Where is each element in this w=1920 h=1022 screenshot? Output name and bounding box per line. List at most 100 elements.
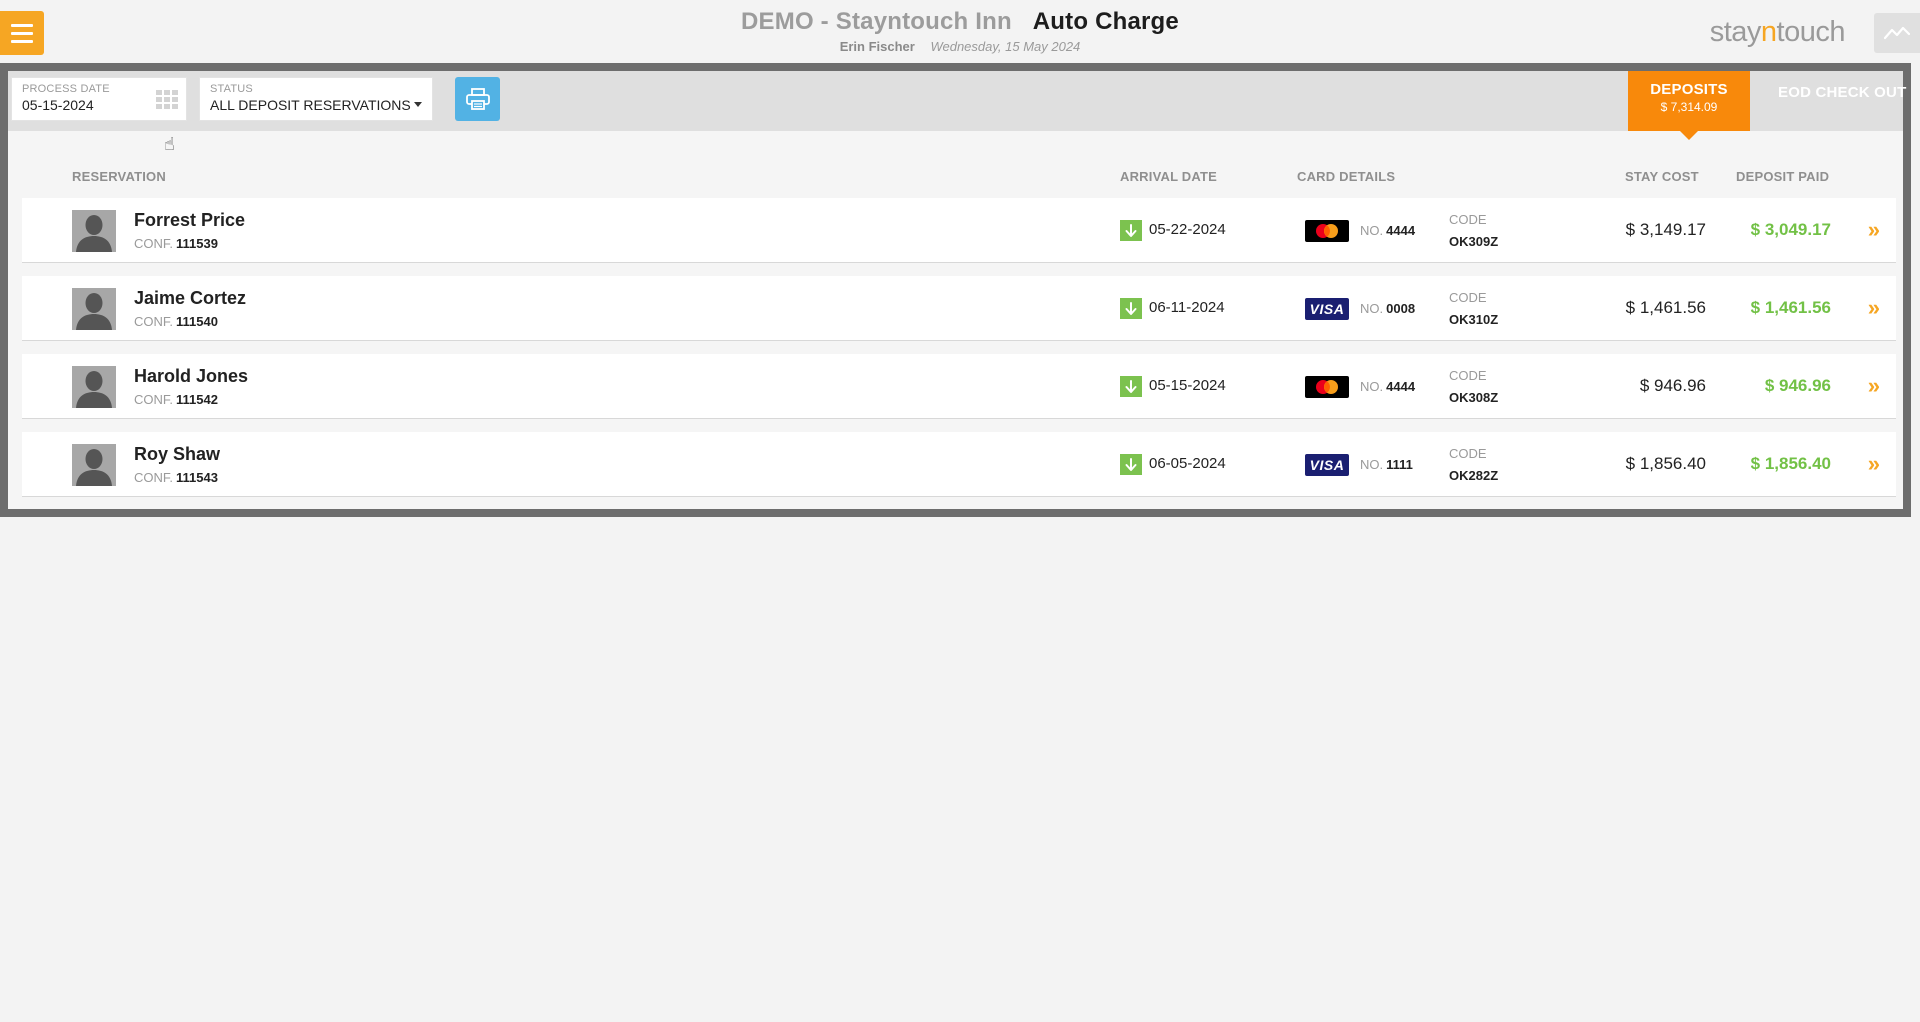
arrival-arrow-icon: [1120, 298, 1142, 319]
deposit-paid: $ 3,049.17: [1750, 220, 1831, 239]
column-arrival-date: ARRIVAL DATE: [1120, 169, 1218, 184]
conf-value: 111539: [176, 236, 218, 251]
deposit-paid: $ 1,856.40: [1750, 454, 1831, 473]
tab-eod-check-out[interactable]: EOD CHECK OUT: [1768, 71, 1908, 131]
arrival-date: 06-11-2024: [1149, 299, 1225, 316]
table-row[interactable]: Harold Jones CONF. 111542 05-15-2024 NO. 4…: [22, 354, 1896, 419]
person-silhouette-icon: [72, 366, 116, 408]
process-date-label: PROCESS DATE: [22, 83, 110, 95]
person-silhouette-icon: [72, 288, 116, 330]
person-silhouette-icon: [72, 210, 116, 252]
code-label: CODE: [1449, 368, 1487, 383]
code-value: OK309Z: [1449, 234, 1499, 249]
person-silhouette-icon: [72, 444, 116, 486]
table-row[interactable]: Jaime Cortez CONF. 111540 06-11-2024 VISA…: [22, 276, 1896, 341]
conf-label: CONF.: [134, 236, 173, 251]
conf-value: 111540: [176, 314, 218, 329]
column-reservation: RESERVATION: [72, 169, 166, 184]
top-bar: DEMO - Stayntouch Inn Auto Charge Erin F…: [0, 0, 1920, 64]
calendar-icon[interactable]: [156, 90, 178, 110]
chevron-down-icon: [414, 102, 422, 107]
chevron-right-double-icon[interactable]: »: [1868, 373, 1880, 399]
card-brand-logo: [1305, 220, 1349, 242]
card-number: NO. 4444: [1360, 379, 1415, 394]
card-no-value: 1111: [1386, 457, 1413, 472]
status-select[interactable]: STATUS ALL DEPOSIT RESERVATIONS: [199, 77, 433, 121]
deposits-tab-label: DEPOSITS: [1650, 81, 1728, 98]
printer-icon: [465, 88, 490, 110]
card-no-value: 0008: [1386, 301, 1416, 316]
business-date: Wednesday, 15 May 2024: [930, 39, 1081, 54]
chevron-right-double-icon[interactable]: »: [1868, 217, 1880, 243]
arrival-date: 05-15-2024: [1149, 377, 1226, 394]
arrival-arrow-icon: [1120, 220, 1142, 241]
chevron-right-double-icon[interactable]: »: [1868, 295, 1880, 321]
avatar: [72, 366, 116, 408]
dashboard-graph-button[interactable]: [1874, 13, 1920, 53]
card-no-label: NO.: [1360, 223, 1384, 238]
logo-part: stay: [1709, 16, 1762, 48]
conf-value: 111543: [176, 470, 218, 485]
stay-cost: $ 3,149.17: [1625, 220, 1706, 239]
column-card-details: CARD DETAILS: [1297, 169, 1396, 184]
logo-part: touch: [1776, 16, 1846, 48]
guest-name: Jaime Cortez: [134, 288, 247, 308]
filter-toolbar: PROCESS DATE 05-15-2024 STATUS ALL DEPOS…: [8, 71, 1906, 140]
hand-cursor-icon: ☝: [164, 134, 175, 154]
arrival-date: 05-22-2024: [1149, 221, 1226, 238]
guest-name: Forrest Price: [134, 210, 246, 230]
card-no-label: NO.: [1360, 457, 1384, 472]
code-value: OK310Z: [1449, 312, 1499, 327]
process-date-value: 05-15-2024: [22, 97, 94, 113]
table-row[interactable]: Roy Shaw CONF. 111543 06-05-2024 VISA NO.…: [22, 432, 1896, 497]
card-brand-logo: [1305, 376, 1349, 398]
card-number: NO. 4444: [1360, 223, 1415, 238]
table-row[interactable]: Forrest Price CONF. 111539 05-22-2024 NO.…: [22, 198, 1896, 263]
deposit-paid: $ 1,461.56: [1750, 298, 1831, 317]
deposits-total: $ 7,314.09: [1660, 100, 1718, 114]
confirmation-number: CONF. 111540: [134, 314, 218, 329]
conf-label: CONF.: [134, 392, 173, 407]
card-no-value: 4444: [1386, 223, 1416, 238]
stay-cost: $ 1,461.56: [1625, 298, 1706, 317]
mastercard-logo-icon: [1316, 224, 1338, 238]
trend-line-icon: [1884, 26, 1910, 40]
card-no-label: NO.: [1360, 379, 1384, 394]
card-no-label: NO.: [1360, 301, 1384, 316]
code-label: CODE: [1449, 290, 1487, 305]
auto-charge-panel: PROCESS DATE 05-15-2024 STATUS ALL DEPOS…: [0, 63, 1911, 517]
stay-cost: $ 1,856.40: [1625, 454, 1706, 473]
arrival-date: 06-05-2024: [1149, 455, 1226, 472]
print-button[interactable]: [455, 77, 500, 121]
deposit-paid: $ 946.96: [1764, 376, 1831, 395]
code-value: OK282Z: [1449, 468, 1499, 483]
logo-part: n: [1760, 16, 1777, 48]
conf-value: 111542: [176, 392, 218, 407]
chevron-right-double-icon[interactable]: »: [1868, 451, 1880, 477]
conf-label: CONF.: [134, 470, 173, 485]
card-brand-logo: VISA: [1305, 298, 1349, 320]
arrival-arrow-icon: [1120, 376, 1142, 397]
process-date-field[interactable]: PROCESS DATE 05-15-2024: [11, 77, 187, 121]
avatar: [72, 444, 116, 486]
conf-label: CONF.: [134, 314, 173, 329]
user-name: Erin Fischer: [839, 39, 915, 54]
code-value: OK308Z: [1449, 390, 1499, 405]
confirmation-number: CONF. 111542: [134, 392, 218, 407]
stay-cost: $ 946.96: [1639, 376, 1706, 395]
arrival-arrow-icon: [1120, 454, 1142, 475]
reservation-list: Forrest Price CONF. 111539 05-22-2024 NO.…: [22, 198, 1896, 510]
guest-name: Harold Jones: [134, 366, 249, 386]
column-deposit-paid: DEPOSIT PAID: [1736, 169, 1830, 184]
table-header: RESERVATION ARRIVAL DATE CARD DETAILS ST…: [8, 169, 1903, 189]
guest-name: Roy Shaw: [134, 444, 221, 464]
status-value: ALL DEPOSIT RESERVATIONS: [210, 97, 411, 113]
avatar: [72, 288, 116, 330]
tab-deposits[interactable]: DEPOSITS $ 7,314.09: [1628, 71, 1750, 140]
card-number: NO. 1111: [1360, 457, 1413, 472]
card-no-value: 4444: [1386, 379, 1416, 394]
status-label: STATUS: [210, 83, 253, 95]
card-brand-logo: VISA: [1305, 454, 1349, 476]
confirmation-number: CONF. 111543: [134, 470, 218, 485]
column-stay-cost: STAY COST: [1625, 169, 1699, 184]
